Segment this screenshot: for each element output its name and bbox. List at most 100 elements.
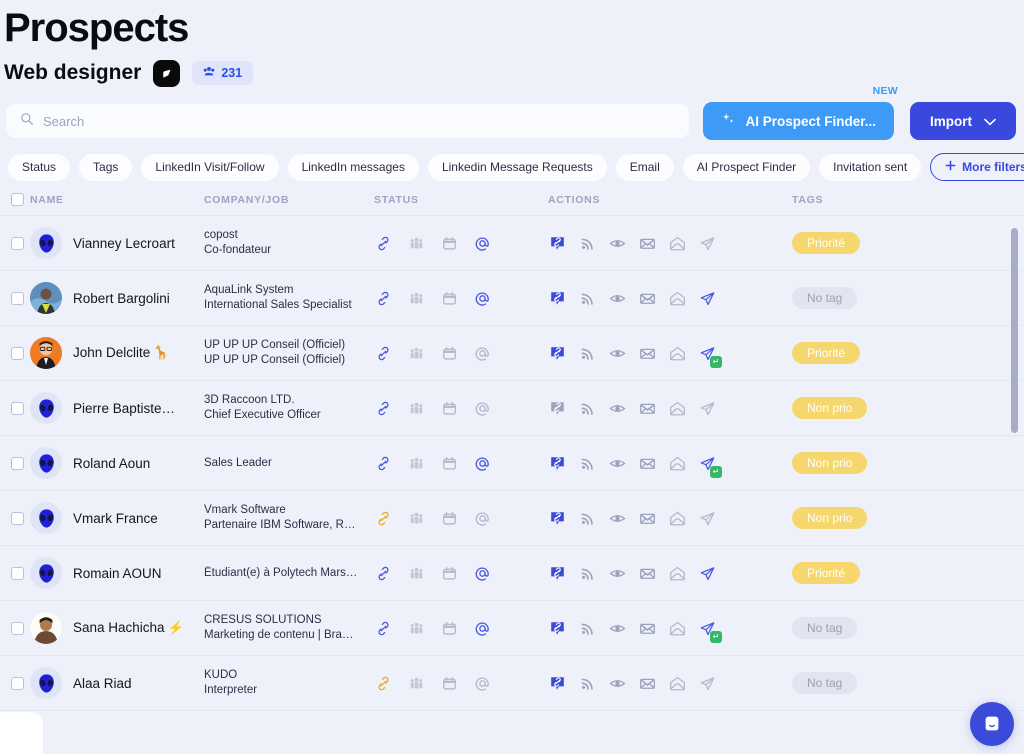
paper-plane-icon[interactable] — [698, 234, 717, 253]
filter-chip-invitation-sent[interactable]: Invitation sent — [819, 153, 922, 181]
tag-badge[interactable]: No tag — [792, 672, 858, 694]
search-input[interactable] — [43, 113, 676, 129]
table-row[interactable]: John Delclite 🦒 UP UP UP Conseil (Officiel… — [0, 326, 1024, 381]
tag-badge[interactable]: Non prio — [792, 397, 868, 419]
open-envelope-icon[interactable] — [668, 289, 687, 308]
rss-icon[interactable] — [578, 674, 597, 693]
people-group-icon[interactable] — [407, 399, 426, 418]
row-checkbox[interactable] — [10, 621, 24, 635]
linkedin-link-badge-icon[interactable] — [548, 399, 567, 418]
calendar-icon[interactable] — [440, 289, 459, 308]
paper-plane-icon[interactable] — [698, 399, 717, 418]
table-row[interactable]: Vianney Lecroart copost Co-fondateur Priori… — [0, 216, 1024, 271]
people-group-icon[interactable] — [407, 454, 426, 473]
tag-badge[interactable]: Non prio — [792, 452, 868, 474]
envelope-icon[interactable] — [638, 619, 657, 638]
linkedin-link-badge-icon[interactable] — [548, 619, 567, 638]
people-group-icon[interactable] — [407, 344, 426, 363]
open-envelope-icon[interactable] — [668, 619, 687, 638]
link-icon[interactable] — [374, 509, 393, 528]
row-checkbox[interactable] — [10, 401, 24, 415]
row-checkbox[interactable] — [10, 456, 24, 470]
calendar-icon[interactable] — [440, 344, 459, 363]
eye-icon[interactable] — [608, 564, 627, 583]
at-sign-icon[interactable] — [473, 289, 492, 308]
linkedin-link-badge-icon[interactable] — [548, 344, 567, 363]
eye-icon[interactable] — [608, 399, 627, 418]
prospect-name-cell[interactable]: Pierre Baptiste… — [30, 392, 204, 424]
filter-chip-email[interactable]: Email — [615, 153, 674, 181]
open-envelope-icon[interactable] — [668, 234, 687, 253]
envelope-icon[interactable] — [638, 674, 657, 693]
filter-chip-linkedin-message-requests[interactable]: Linkedin Message Requests — [427, 153, 607, 181]
people-group-icon[interactable] — [407, 509, 426, 528]
at-sign-icon[interactable] — [473, 674, 492, 693]
rss-icon[interactable] — [578, 234, 597, 253]
at-sign-icon[interactable] — [473, 619, 492, 638]
envelope-icon[interactable] — [638, 564, 657, 583]
table-row[interactable]: Romain AOUN Étudiant(e) à Polytech Mars… P… — [0, 546, 1024, 601]
envelope-icon[interactable] — [638, 454, 657, 473]
calendar-icon[interactable] — [440, 234, 459, 253]
linkedin-link-badge-icon[interactable] — [548, 454, 567, 473]
eye-icon[interactable] — [608, 454, 627, 473]
at-sign-icon[interactable] — [473, 344, 492, 363]
link-icon[interactable] — [374, 344, 393, 363]
link-icon[interactable] — [374, 454, 393, 473]
paper-plane-icon[interactable] — [698, 289, 717, 308]
search-box[interactable] — [6, 104, 690, 138]
at-sign-icon[interactable] — [473, 509, 492, 528]
row-checkbox[interactable] — [10, 346, 24, 360]
table-row[interactable]: Pierre Baptiste… 3D Raccoon LTD. Chief Exe… — [0, 381, 1024, 436]
paper-plane-icon[interactable] — [698, 509, 717, 528]
rss-icon[interactable] — [578, 619, 597, 638]
rss-icon[interactable] — [578, 564, 597, 583]
filter-chip-linkedin-visit-follow[interactable]: LinkedIn Visit/Follow — [141, 153, 279, 181]
prospect-name-cell[interactable]: Romain AOUN — [30, 557, 204, 589]
tag-badge[interactable]: Non prio — [792, 507, 868, 529]
eye-icon[interactable] — [608, 509, 627, 528]
prospect-name-cell[interactable]: John Delclite 🦒 — [30, 337, 204, 369]
link-icon[interactable] — [374, 619, 393, 638]
at-sign-icon[interactable] — [473, 234, 492, 253]
tag-badge[interactable]: Priorité — [792, 342, 861, 364]
paper-plane-icon[interactable]: ↵ — [698, 454, 722, 478]
open-envelope-icon[interactable] — [668, 399, 687, 418]
envelope-icon[interactable] — [638, 344, 657, 363]
people-group-icon[interactable] — [407, 234, 426, 253]
linkedin-link-badge-icon[interactable] — [548, 509, 567, 528]
rss-icon[interactable] — [578, 344, 597, 363]
link-icon[interactable] — [374, 399, 393, 418]
calendar-icon[interactable] — [440, 454, 459, 473]
rss-icon[interactable] — [578, 509, 597, 528]
row-checkbox[interactable] — [10, 676, 24, 690]
people-group-icon[interactable] — [407, 564, 426, 583]
linkedin-link-badge-icon[interactable] — [548, 674, 567, 693]
rss-icon[interactable] — [578, 399, 597, 418]
scrollbar-thumb[interactable] — [1011, 228, 1018, 433]
at-sign-icon[interactable] — [473, 454, 492, 473]
envelope-icon[interactable] — [638, 234, 657, 253]
chat-bubble-icon[interactable] — [970, 702, 1014, 746]
linkedin-link-badge-icon[interactable] — [548, 289, 567, 308]
link-icon[interactable] — [374, 289, 393, 308]
envelope-icon[interactable] — [638, 509, 657, 528]
eye-icon[interactable] — [608, 289, 627, 308]
import-button[interactable]: Import — [910, 102, 1016, 140]
link-icon[interactable] — [374, 234, 393, 253]
calendar-icon[interactable] — [440, 619, 459, 638]
eye-icon[interactable] — [608, 234, 627, 253]
prospect-name-cell[interactable]: Vianney Lecroart — [30, 227, 204, 259]
open-envelope-icon[interactable] — [668, 344, 687, 363]
linkedin-link-badge-icon[interactable] — [548, 234, 567, 253]
filter-chip-status[interactable]: Status — [8, 153, 71, 181]
eye-icon[interactable] — [608, 619, 627, 638]
calendar-icon[interactable] — [440, 399, 459, 418]
calendar-icon[interactable] — [440, 564, 459, 583]
linkedin-link-badge-icon[interactable] — [548, 564, 567, 583]
eye-icon[interactable] — [608, 674, 627, 693]
open-envelope-icon[interactable] — [668, 674, 687, 693]
prospect-name-cell[interactable]: Sana Hachicha ⚡ — [30, 612, 204, 644]
table-row[interactable]: Roland Aoun Sales Leader ↵ Non prio — [0, 436, 1024, 491]
rss-icon[interactable] — [578, 454, 597, 473]
